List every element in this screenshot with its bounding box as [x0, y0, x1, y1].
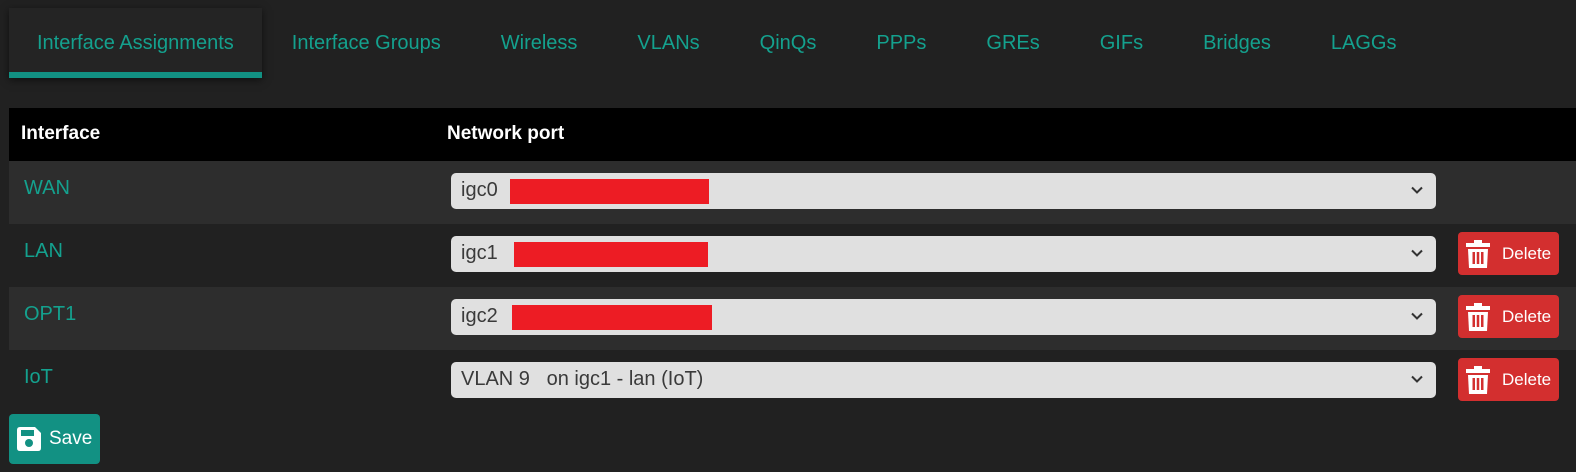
save-button[interactable]: Save: [9, 414, 100, 464]
interface-link-opt1[interactable]: OPT1: [24, 303, 76, 326]
select-value: igc1: [461, 242, 498, 264]
table-row-lan: LAN igc1 Delete: [9, 224, 1576, 287]
tab-gifs[interactable]: GIFs: [1070, 8, 1173, 78]
tab-label: QinQs: [759, 31, 817, 54]
delete-button-lan[interactable]: Delete: [1458, 232, 1559, 275]
table-row-wan: WAN igc0: [9, 161, 1576, 224]
tab-wireless[interactable]: Wireless: [471, 8, 608, 78]
tab-label: PPPs: [876, 31, 927, 54]
redaction-bar: [512, 305, 712, 330]
chevron-down-icon: [1411, 312, 1423, 320]
interface-link-wan[interactable]: WAN: [24, 177, 70, 200]
delete-button-label: Delete: [1502, 244, 1552, 263]
save-button-label: Save: [49, 428, 93, 449]
tab-bridges[interactable]: Bridges: [1173, 8, 1301, 78]
floppy-disk-icon: [17, 427, 41, 451]
trash-icon: [1466, 240, 1490, 268]
tab-label: Interface Assignments: [37, 31, 234, 54]
network-port-select-opt1[interactable]: igc2: [451, 299, 1436, 335]
redaction-bar: [514, 242, 708, 267]
tab-label: LAGGs: [1330, 31, 1397, 54]
delete-button-iot[interactable]: Delete: [1458, 358, 1559, 401]
tab-label: Bridges: [1203, 31, 1271, 54]
delete-button-opt1[interactable]: Delete: [1458, 295, 1559, 338]
chevron-down-icon: [1411, 375, 1423, 383]
column-header-network-port: Network port: [447, 123, 565, 144]
table-row-opt1: OPT1 igc2 Delete: [9, 287, 1576, 350]
table-row-iot: IoT VLAN 9 on igc1 - lan (IoT) Delete: [9, 350, 1576, 413]
select-value: igc0: [461, 179, 498, 201]
trash-icon: [1466, 303, 1490, 331]
tab-label: Interface Groups: [291, 31, 441, 54]
tab-gres[interactable]: GREs: [956, 8, 1069, 78]
tab-vlans[interactable]: VLANs: [607, 8, 729, 78]
select-value: igc2: [461, 305, 498, 327]
trash-icon: [1466, 366, 1490, 394]
interface-link-lan[interactable]: LAN: [24, 240, 63, 263]
column-header-interface: Interface: [21, 123, 101, 144]
tab-interface-assignments[interactable]: Interface Assignments: [9, 8, 262, 78]
delete-button-label: Delete: [1502, 370, 1552, 389]
tab-interface-groups[interactable]: Interface Groups: [262, 8, 471, 78]
network-port-select-lan[interactable]: igc1: [451, 236, 1436, 272]
interfaces-tab-bar: Interface Assignments Interface Groups W…: [9, 8, 1426, 78]
table-header: Interface Network port: [9, 108, 1576, 161]
delete-button-label: Delete: [1502, 307, 1552, 326]
tab-qinqs[interactable]: QinQs: [730, 8, 847, 78]
tab-label: VLANs: [637, 31, 700, 54]
chevron-down-icon: [1411, 186, 1423, 194]
chevron-down-icon: [1411, 249, 1423, 257]
interface-link-iot[interactable]: IoT: [24, 366, 53, 389]
tab-label: GREs: [986, 31, 1040, 54]
tab-label: GIFs: [1099, 31, 1144, 54]
network-port-select-wan[interactable]: igc0: [451, 173, 1436, 209]
network-port-select-iot[interactable]: VLAN 9 on igc1 - lan (IoT): [451, 362, 1436, 398]
redaction-bar: [510, 179, 709, 204]
select-value: VLAN 9 on igc1 - lan (IoT): [461, 368, 704, 390]
tab-laggs[interactable]: LAGGs: [1301, 8, 1427, 78]
tab-label: Wireless: [500, 31, 578, 54]
tab-ppps[interactable]: PPPs: [846, 8, 956, 78]
